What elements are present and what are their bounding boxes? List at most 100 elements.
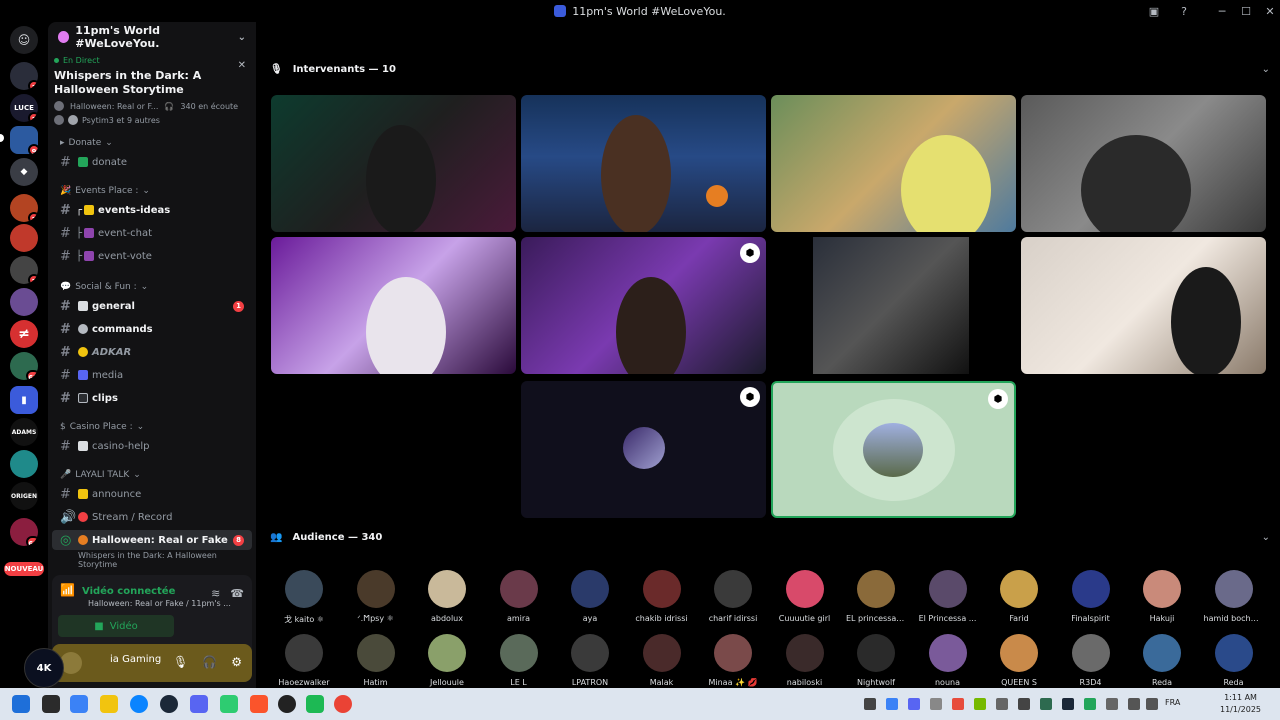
signal-icon[interactable]: 📶 (60, 583, 76, 599)
audience-member[interactable]: R3D4 (1061, 634, 1121, 687)
channel-adkar[interactable]: # ADKAR (52, 342, 252, 362)
network-icon[interactable] (1128, 698, 1140, 710)
server-item[interactable]: LUCE 1 (10, 94, 38, 122)
language-indicator[interactable]: FRA (1165, 698, 1180, 707)
server-header[interactable]: 11pm's World #WeLoveYou. ⌄ (48, 22, 256, 52)
tray-icon[interactable] (952, 698, 964, 710)
server-item[interactable] (10, 450, 38, 478)
folder-icon[interactable]: ▮ (10, 386, 38, 414)
discord-home-icon[interactable]: ☺ (10, 26, 38, 54)
audience-member[interactable]: chakib idrissi (632, 570, 692, 623)
close-icon[interactable]: ✕ (238, 60, 246, 71)
disconnect-icon[interactable]: ☎ (230, 587, 244, 600)
audience-member[interactable]: Cuuuutie girl (775, 570, 835, 623)
tray-icon[interactable] (908, 698, 920, 710)
audience-member[interactable]: LE L (489, 634, 549, 687)
live-event-card[interactable]: En Direct Whispers in the Dark: A Hallow… (54, 56, 250, 136)
nvidia-icon[interactable] (974, 698, 986, 710)
app-icon[interactable] (220, 695, 238, 713)
steam-tray-icon[interactable] (1062, 698, 1074, 710)
server-item[interactable]: ORIGEN (10, 482, 38, 510)
server-item-active[interactable]: 9 (10, 126, 38, 154)
app-icon[interactable] (278, 695, 296, 713)
server-item[interactable]: 68 (10, 518, 38, 546)
speaker-video-tile[interactable] (771, 237, 1016, 374)
channel-general[interactable]: # general 1 (52, 296, 252, 316)
voice-channel[interactable]: Halloween: Real or Fake / 11pm's ... (88, 599, 231, 608)
noise-suppression-icon[interactable]: ≋ (211, 587, 220, 600)
channel-event-chat[interactable]: # ├ event-chat (52, 223, 252, 243)
server-item[interactable]: 3 (10, 194, 38, 222)
inbox-icon[interactable]: ▣ (1142, 0, 1166, 22)
video-button[interactable]: ■ Vidéo (58, 615, 174, 637)
chrome-icon[interactable] (334, 695, 352, 713)
tray-icon[interactable] (1084, 698, 1096, 710)
audience-member[interactable]: Jellouule (417, 634, 477, 687)
tray-icon[interactable] (1106, 698, 1118, 710)
category-donate[interactable]: ▸ Donate ⌄ (60, 138, 113, 148)
audience-member[interactable]: El Princessa ... (918, 570, 978, 623)
tray-icon[interactable] (1040, 698, 1052, 710)
discord-icon[interactable] (190, 695, 208, 713)
audience-member[interactable]: Haoezwalker (274, 634, 334, 687)
server-item[interactable]: 65 (10, 352, 38, 380)
audience-member[interactable]: Finalspirit (1061, 570, 1121, 623)
channel-media[interactable]: # media (52, 365, 252, 385)
audience-member[interactable]: Reda (1132, 634, 1192, 687)
category-social[interactable]: 💬 Social & Fun : ⌄ (60, 282, 148, 292)
edge-icon[interactable] (130, 695, 148, 713)
microphone-icon[interactable] (1146, 698, 1158, 710)
speaker-video-tile[interactable] (271, 95, 516, 232)
channel-commands[interactable]: # commands (52, 319, 252, 339)
tray-icon[interactable] (930, 698, 942, 710)
steam-icon[interactable] (160, 695, 178, 713)
widgets-icon[interactable] (70, 695, 88, 713)
server-item[interactable]: ≠ (10, 320, 38, 348)
channel-stream-record[interactable]: 🔊 Stream / Record (52, 507, 252, 527)
speaker-video-tile[interactable] (271, 237, 516, 374)
maximize-button[interactable]: ☐ (1234, 0, 1258, 22)
audience-member[interactable]: aya (560, 570, 620, 623)
gear-icon[interactable]: ⚙ (231, 655, 242, 669)
audience-member[interactable]: Hakuji (1132, 570, 1192, 623)
task-view-icon[interactable] (42, 695, 60, 713)
channel-halloween-stage[interactable]: ◎ Halloween: Real or Fake 8 (52, 530, 252, 550)
audience-member[interactable]: Farid (989, 570, 1049, 623)
audience-member[interactable]: LPATRON (560, 634, 620, 687)
category-events[interactable]: 🎉 Events Place : ⌄ (60, 186, 150, 196)
audience-member[interactable]: hamid bochna9 (1204, 570, 1264, 623)
audience-member[interactable]: charif idirssi (703, 570, 763, 623)
audience-member[interactable]: EL princessa "... (846, 570, 906, 623)
audience-member[interactable]: Reda (1204, 634, 1264, 687)
speaker-video-tile[interactable] (521, 95, 766, 232)
clock[interactable]: 1:11 AM 11/1/2025 (1220, 692, 1261, 716)
file-explorer-icon[interactable] (100, 695, 118, 713)
brave-icon[interactable] (250, 695, 268, 713)
audience-member[interactable]: nouna (918, 634, 978, 687)
category-casino[interactable]: $ Casino Place : ⌄ (60, 422, 144, 432)
server-item[interactable] (10, 224, 38, 252)
speaker-video-tile[interactable] (1021, 95, 1266, 232)
tray-icon[interactable] (1018, 698, 1030, 710)
tray-icon[interactable] (886, 698, 898, 710)
audience-member[interactable]: QUEEN S (989, 634, 1049, 687)
start-icon[interactable] (12, 695, 30, 713)
server-item[interactable]: 1 (10, 62, 38, 90)
audience-member[interactable]: Minaa ✨ 💋 (703, 634, 763, 687)
audience-member[interactable]: Hatim (346, 634, 406, 687)
close-button[interactable]: ✕ (1258, 0, 1280, 22)
chevron-down-icon[interactable]: ⌄ (238, 32, 246, 43)
server-item[interactable] (10, 288, 38, 316)
app-icon[interactable] (306, 695, 324, 713)
speaker-video-tile[interactable] (771, 95, 1016, 232)
speaker-video-tile[interactable]: ⬢ (521, 237, 766, 374)
chevron-down-icon[interactable]: ⌄ (1262, 532, 1270, 543)
server-item[interactable]: ◆ (10, 158, 38, 186)
server-item[interactable]: 3 (10, 256, 38, 284)
category-layali[interactable]: 🎤 LAYALI TALK ⌄ (60, 470, 141, 480)
channel-casino-help[interactable]: # casino-help (52, 436, 252, 456)
audience-member[interactable]: 戈 kaito ⚛ (274, 570, 334, 625)
channel-donate[interactable]: # donate (52, 152, 252, 172)
audience-member[interactable]: amira (489, 570, 549, 623)
headphones-icon[interactable]: 🎧 (202, 655, 217, 669)
